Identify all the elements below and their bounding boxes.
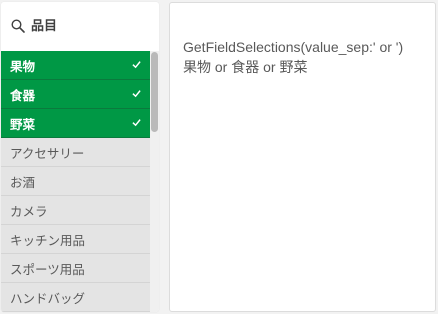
list-item-label: 果物	[10, 58, 36, 74]
list-item-label: アクセサリー	[10, 145, 85, 161]
filter-list: 果物 食器 野菜 アクセサリー お酒 カメラ キッチン用品 スポーツ用品 ハンド…	[1, 51, 150, 312]
result-value: 果物 or 食器 or 野菜	[183, 59, 308, 75]
list-item-label: キッチン用品	[10, 232, 86, 248]
list-item[interactable]: スポーツ用品	[1, 254, 150, 283]
list-item-label: ハンドバッグ	[10, 290, 86, 306]
list-item[interactable]: 食器	[1, 80, 150, 109]
list-item[interactable]: ハンドバッグ	[1, 283, 150, 312]
filter-header[interactable]: 品目	[1, 2, 159, 49]
search-icon[interactable]	[10, 18, 26, 34]
list-item-label: 野菜	[10, 116, 36, 132]
check-icon	[132, 90, 141, 98]
list-item-label: カメラ	[10, 203, 48, 219]
list-item[interactable]: お酒	[1, 167, 150, 196]
list-item-label: 食器	[10, 87, 36, 103]
filter-title: 品目	[31, 19, 58, 34]
filter-pane: 品目 果物 食器 野菜 アクセサリー お酒 カメラ キッチン用品 スポーツ用品 …	[1, 2, 159, 312]
list-item[interactable]: 野菜	[1, 109, 150, 138]
check-icon	[132, 119, 141, 127]
list-item-label: お酒	[10, 174, 36, 190]
result-panel: GetFieldSelections(value_sep:' or ') 果物 …	[169, 2, 436, 312]
list-item-label: スポーツ用品	[10, 261, 85, 277]
result-text: GetFieldSelections(value_sep:' or ') 果物 …	[183, 37, 433, 77]
list-item[interactable]: 果物	[1, 51, 150, 80]
app-root: 品目 果物 食器 野菜 アクセサリー お酒 カメラ キッチン用品 スポーツ用品 …	[0, 0, 438, 314]
list-item[interactable]: アクセサリー	[1, 138, 150, 167]
list-item[interactable]: キッチン用品	[1, 225, 150, 254]
expression-text: GetFieldSelections(value_sep:' or ')	[183, 39, 404, 55]
list-item[interactable]: カメラ	[1, 196, 150, 225]
list-scrollbar[interactable]	[150, 51, 159, 312]
scrollbar-thumb[interactable]	[151, 52, 158, 132]
check-icon	[132, 61, 141, 69]
